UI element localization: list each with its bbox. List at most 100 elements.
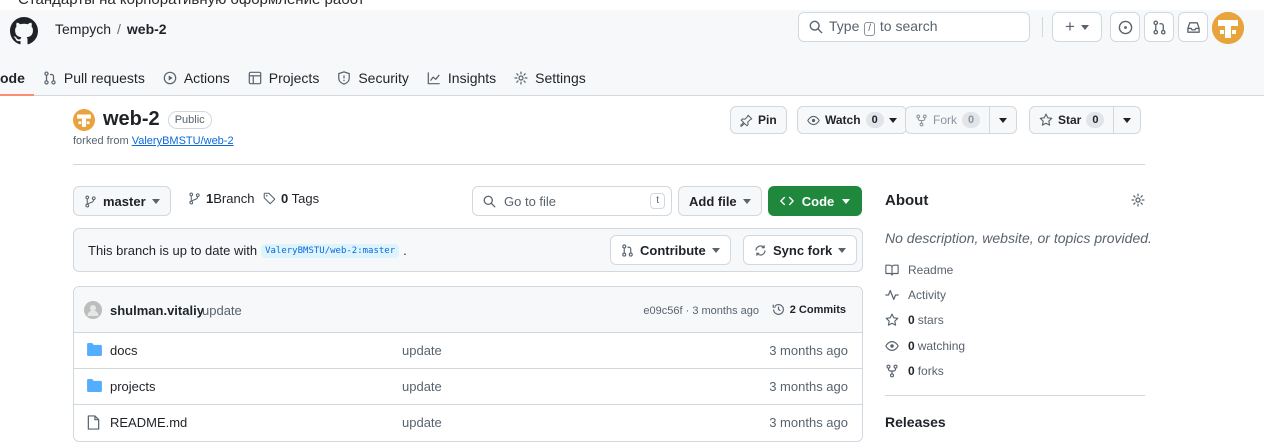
pull-requests-button[interactable] bbox=[1144, 12, 1174, 42]
stars-link[interactable]: 0 stars bbox=[885, 313, 944, 327]
code-icon bbox=[779, 194, 794, 208]
repo-header: Tempych / web-2 Type / to search + ode P… bbox=[0, 10, 1264, 96]
tab-settings[interactable]: Settings bbox=[505, 60, 595, 96]
stars-count: 0 bbox=[908, 313, 915, 327]
upstream-ref[interactable]: ValeryBMSTU/web-2:master bbox=[261, 243, 400, 258]
commit-author-avatar[interactable] bbox=[84, 301, 102, 319]
github-logo-icon[interactable] bbox=[10, 17, 38, 45]
git-pull-request-icon bbox=[1152, 19, 1167, 35]
file-name[interactable]: projects bbox=[110, 379, 156, 394]
tab-settings-label: Settings bbox=[535, 70, 586, 86]
readme-link[interactable]: Readme bbox=[885, 263, 953, 277]
tab-security-label: Security bbox=[358, 70, 409, 86]
folder-icon bbox=[87, 379, 102, 392]
commit-message[interactable]: update bbox=[202, 303, 242, 318]
inbox-icon bbox=[1186, 20, 1201, 35]
add-file-button[interactable]: Add file bbox=[678, 186, 762, 216]
fork-dropdown[interactable] bbox=[989, 107, 1016, 133]
triangle-down-icon bbox=[888, 117, 897, 123]
forked-from-link[interactable]: ValeryBMSTU/web-2 bbox=[132, 135, 234, 147]
activity-link[interactable]: Activity bbox=[885, 288, 946, 302]
file-commit-message[interactable]: update bbox=[402, 415, 442, 430]
repo-name[interactable]: web-2 bbox=[103, 108, 160, 131]
go-to-file-placeholder: Go to file bbox=[504, 193, 557, 209]
go-to-file-input[interactable]: Go to file t bbox=[472, 186, 672, 216]
forks-link[interactable]: 0 forks bbox=[885, 364, 944, 378]
tag-icon bbox=[263, 192, 276, 205]
watch-count: 0 bbox=[865, 112, 884, 128]
issues-button[interactable] bbox=[1110, 12, 1140, 42]
releases-heading[interactable]: Releases bbox=[885, 414, 946, 430]
search-placeholder: Type / to search bbox=[829, 18, 938, 36]
watching-link[interactable]: 0 watching bbox=[885, 339, 965, 353]
tab-security[interactable]: Security bbox=[328, 60, 418, 96]
tags-link[interactable]: 0 Tags bbox=[263, 191, 319, 206]
commit-sha-time[interactable]: e09c56f · 3 months ago bbox=[643, 305, 759, 317]
tab-pull-requests[interactable]: Pull requests bbox=[34, 60, 154, 96]
tab-insights[interactable]: Insights bbox=[418, 60, 505, 96]
pull-request-icon bbox=[43, 71, 57, 85]
star-button[interactable]: Star 0 bbox=[1029, 106, 1142, 134]
git-branch-icon bbox=[84, 195, 97, 208]
sync-fork-button[interactable]: Sync fork bbox=[743, 235, 858, 265]
shield-icon bbox=[337, 71, 351, 85]
forked-from-prefix: forked from bbox=[73, 135, 129, 147]
branch-name: master bbox=[103, 193, 146, 209]
file-commit-message[interactable]: update bbox=[402, 343, 442, 358]
watching-label: watching bbox=[917, 339, 966, 353]
branches-label: Branch bbox=[213, 191, 255, 206]
table-row[interactable]: projects update 3 months ago bbox=[74, 369, 862, 405]
activity-label: Activity bbox=[908, 288, 947, 302]
table-row[interactable]: README.md update 3 months ago bbox=[74, 405, 862, 441]
file-name[interactable]: docs bbox=[110, 343, 137, 358]
tab-actions-label: Actions bbox=[183, 70, 230, 86]
code-label: Code bbox=[801, 193, 835, 209]
tab-code[interactable]: ode bbox=[0, 60, 34, 96]
branch-selector[interactable]: master bbox=[73, 186, 171, 216]
triangle-down-icon bbox=[1080, 24, 1089, 30]
commits-link[interactable]: 2 Commits bbox=[772, 303, 846, 316]
fork-label: Fork bbox=[933, 113, 957, 127]
inbox-button[interactable] bbox=[1178, 12, 1208, 42]
search-shortcut-key: / bbox=[864, 22, 876, 36]
user-avatar[interactable] bbox=[1212, 12, 1244, 44]
book-icon bbox=[885, 263, 899, 277]
history-icon bbox=[772, 303, 785, 316]
about-description: No description, website, or topics provi… bbox=[885, 230, 1152, 246]
repo-owner-avatar[interactable] bbox=[73, 108, 95, 131]
contribute-button[interactable]: Contribute bbox=[610, 235, 731, 265]
code-button[interactable]: Code bbox=[768, 186, 862, 216]
branches-link[interactable]: 1Branch bbox=[188, 191, 254, 206]
breadcrumb-owner[interactable]: Tempych bbox=[55, 19, 111, 39]
issue-opened-icon bbox=[1118, 20, 1133, 35]
git-branch-icon bbox=[188, 192, 201, 205]
stars-label: stars bbox=[917, 313, 944, 327]
file-commit-message[interactable]: update bbox=[402, 379, 442, 394]
global-search-input[interactable]: Type / to search bbox=[798, 12, 1030, 42]
tab-actions[interactable]: Actions bbox=[154, 60, 239, 96]
tags-count: 0 bbox=[281, 191, 289, 206]
folder-icon bbox=[87, 343, 102, 356]
file-name[interactable]: README.md bbox=[110, 415, 187, 430]
file-icon bbox=[87, 415, 100, 430]
tab-projects[interactable]: Projects bbox=[239, 60, 329, 96]
pin-label: Pin bbox=[758, 113, 777, 127]
add-file-label: Add file bbox=[689, 193, 737, 209]
tab-pull-requests-label: Pull requests bbox=[63, 70, 145, 86]
gear-icon[interactable] bbox=[1131, 193, 1145, 207]
tags-label: Tags bbox=[291, 191, 320, 206]
commit-author[interactable]: shulman.vitaliy bbox=[110, 303, 204, 318]
create-new-button[interactable]: + bbox=[1052, 12, 1102, 42]
table-row[interactable]: docs update 3 months ago bbox=[74, 333, 862, 369]
breadcrumb-repo[interactable]: web-2 bbox=[127, 19, 167, 39]
file-date: 3 months ago bbox=[769, 415, 848, 430]
fork-button[interactable]: Fork 0 bbox=[905, 106, 1018, 134]
watch-button[interactable]: Watch 0 bbox=[797, 106, 907, 134]
pin-button[interactable]: Pin bbox=[730, 106, 787, 134]
tab-insights-label: Insights bbox=[447, 70, 497, 86]
star-dropdown[interactable] bbox=[1113, 107, 1140, 133]
sync-icon bbox=[754, 244, 767, 257]
sync-fork-label: Sync fork bbox=[773, 242, 833, 258]
header-divider bbox=[1042, 17, 1043, 37]
triangle-down-icon bbox=[838, 247, 847, 253]
